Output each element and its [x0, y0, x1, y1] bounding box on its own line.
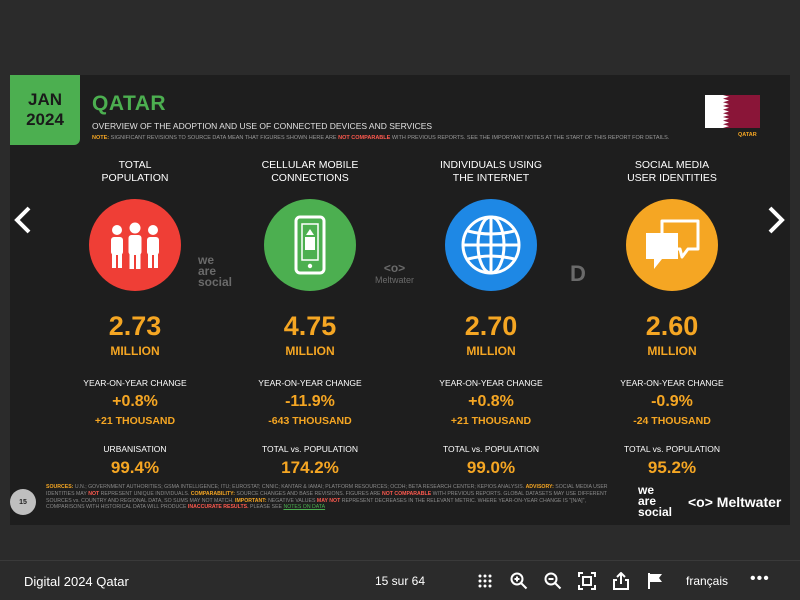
- stat-heading: TOTAL POPULATION: [101, 159, 169, 184]
- stat-value: 2.73: [108, 311, 162, 341]
- watermark-social: social: [198, 275, 233, 289]
- stat-value: 2.60: [645, 311, 699, 341]
- sources-text: SOURCES: U.N.; GOVERNMENT AUTHORITIES; G…: [46, 484, 616, 511]
- meltwater-logo: <o> Meltwater: [688, 494, 781, 510]
- note-text-after: WITH PREVIOUS REPORTS. SEE THE IMPORTANT…: [391, 135, 670, 141]
- document-title: Digital 2024 Qatar: [24, 574, 129, 589]
- yoy-label: YEAR-ON-YEAR CHANGE: [620, 378, 724, 388]
- viewer-top-band: [0, 0, 800, 75]
- advisory-rest: REPRESENT UNIQUE INDIVIDUALS.: [100, 490, 190, 497]
- fullscreen-icon[interactable]: [578, 572, 596, 590]
- please-see: PLEASE SEE: [250, 504, 283, 511]
- flag-icon[interactable]: [646, 572, 664, 590]
- advisory-emphasis: NOT: [88, 490, 100, 497]
- slide: JAN 2024 QATAR OVERVIEW OF THE ADOPTION …: [10, 75, 790, 525]
- zoom-out-icon[interactable]: [544, 572, 562, 590]
- yoy-label: YEAR-ON-YEAR CHANGE: [439, 378, 543, 388]
- date-year: 2024: [26, 110, 64, 129]
- stat-value: 2.70: [464, 311, 518, 341]
- stat-total-population: TOTAL POPULATION 2.73 MILLION YEAR-ON-YE…: [50, 159, 220, 478]
- more-options-button[interactable]: •••: [750, 570, 770, 588]
- we-are-social-logo: we are social: [638, 484, 673, 519]
- extra-value: 174.2%: [281, 458, 339, 477]
- note-label: NOTE:: [92, 135, 110, 141]
- yoy-absolute: -643 THOUSAND: [268, 415, 352, 427]
- stat-mobile-connections: CELLULAR MOBILE CONNECTIONS 4.75 MILLION…: [225, 159, 395, 478]
- yoy-absolute: +21 THOUSAND: [94, 415, 176, 427]
- meltwater-symbol-icon: <o>: [688, 494, 713, 510]
- stat-unit: MILLION: [285, 344, 335, 358]
- date-badge: JAN 2024: [10, 75, 80, 145]
- zoom-in-icon[interactable]: [510, 572, 528, 590]
- date-month: JAN: [27, 90, 62, 109]
- meltwater-watermark: <o> Meltwater: [375, 261, 414, 285]
- comparability-emphasis: NOT COMPARABLE: [381, 490, 432, 497]
- logo-meltwater: Meltwater: [716, 494, 782, 510]
- stat-value: 4.75: [283, 311, 337, 341]
- slide-subtitle: OVERVIEW OF THE ADOPTION AND USE OF CONN…: [92, 121, 433, 131]
- watermark-meltwater: Meltwater: [375, 275, 415, 285]
- language-selector[interactable]: français: [686, 574, 728, 588]
- slide-page-number: 15: [10, 489, 36, 515]
- grid-view-icon[interactable]: [476, 572, 494, 590]
- slide-note: NOTE: SIGNIFICANT REVISIONS TO SOURCE DA…: [92, 135, 669, 141]
- stat-social-media-users: SOCIAL MEDIA USER IDENTITIES 2.60 MILLIO…: [587, 159, 757, 478]
- datareportal-logo-icon: D: [570, 261, 586, 286]
- logo-social: social: [638, 505, 673, 519]
- page-indicator: 15 sur 64: [375, 574, 426, 588]
- comparability-text: SOURCE CHANGES AND BASE REVISIONS. FIGUR…: [236, 490, 381, 497]
- stat-heading: CELLULAR MOBILE CONNECTIONS: [261, 159, 359, 184]
- we-are-social-watermark: we are social: [198, 254, 233, 289]
- chevron-left-icon: [14, 206, 31, 234]
- yoy-absolute: +21 THOUSAND: [450, 415, 532, 427]
- note-emphasis: NOT COMPARABLE: [338, 135, 391, 141]
- yoy-absolute: -24 THOUSAND: [633, 415, 711, 427]
- next-slide-button[interactable]: [765, 205, 787, 243]
- sources-body: U.N.; GOVERNMENT AUTHORITIES; GSMA INTEL…: [74, 484, 525, 490]
- page-title: QATAR: [92, 92, 167, 115]
- mobile-phone-icon: [264, 199, 356, 291]
- yoy-percent: +0.8%: [112, 393, 158, 410]
- advisory-label: ADVISORY:: [525, 484, 554, 490]
- important-text: NEGATIVE VALUES: [268, 497, 316, 504]
- yoy-percent: +0.8%: [468, 393, 514, 410]
- extra-label: TOTAL vs. POPULATION: [261, 444, 359, 454]
- chevron-right-icon: [768, 206, 785, 234]
- extra-label: TOTAL vs. POPULATION: [623, 444, 721, 454]
- yoy-label: YEAR-ON-YEAR CHANGE: [83, 378, 187, 388]
- yoy-percent: -11.9%: [285, 393, 335, 410]
- note-text-before: SIGNIFICANT REVISIONS TO SOURCE DATA MEA…: [110, 135, 337, 141]
- stat-unit: MILLION: [110, 344, 160, 358]
- yoy-label: YEAR-ON-YEAR CHANGE: [258, 378, 362, 388]
- extra-label: URBANISATION: [103, 444, 167, 454]
- meltwater-symbol-icon: <o>: [383, 261, 406, 275]
- stat-internet-users: INDIVIDUALS USING THE INTERNET 2.70 MILL…: [406, 159, 576, 478]
- people-icon: [89, 199, 181, 291]
- extra-label: TOTAL vs. POPULATION: [442, 444, 540, 454]
- stat-heading: SOCIAL MEDIA USER IDENTITIES: [627, 159, 717, 184]
- share-icon[interactable]: [612, 572, 630, 590]
- viewer-toolbar: Digital 2024 Qatar 15 sur 64 français ••…: [0, 560, 800, 600]
- stat-unit: MILLION: [647, 344, 697, 358]
- stat-heading: INDIVIDUALS USING THE INTERNET: [439, 159, 543, 184]
- globe-icon: [445, 199, 537, 291]
- stat-unit: MILLION: [466, 344, 516, 358]
- important-label: IMPORTANT:: [235, 497, 267, 504]
- important-emphasis: MAY NOT: [316, 497, 341, 504]
- extra-value: 99.0%: [466, 458, 516, 477]
- flag-label: QATAR: [738, 132, 757, 138]
- qatar-flag: [705, 95, 760, 128]
- extra-value: 99.4%: [110, 458, 160, 477]
- inaccurate-results: INACCURATE RESULTS.: [187, 504, 249, 511]
- comparability-label: COMPARABILITY:: [190, 490, 235, 497]
- chat-bubbles-icon: [626, 199, 718, 291]
- yoy-percent: -0.9%: [651, 393, 693, 410]
- notes-on-data-link[interactable]: NOTES ON DATA: [283, 504, 325, 510]
- extra-value: 95.2%: [647, 458, 697, 477]
- previous-slide-button[interactable]: [12, 205, 34, 243]
- sources-label: SOURCES:: [46, 484, 74, 490]
